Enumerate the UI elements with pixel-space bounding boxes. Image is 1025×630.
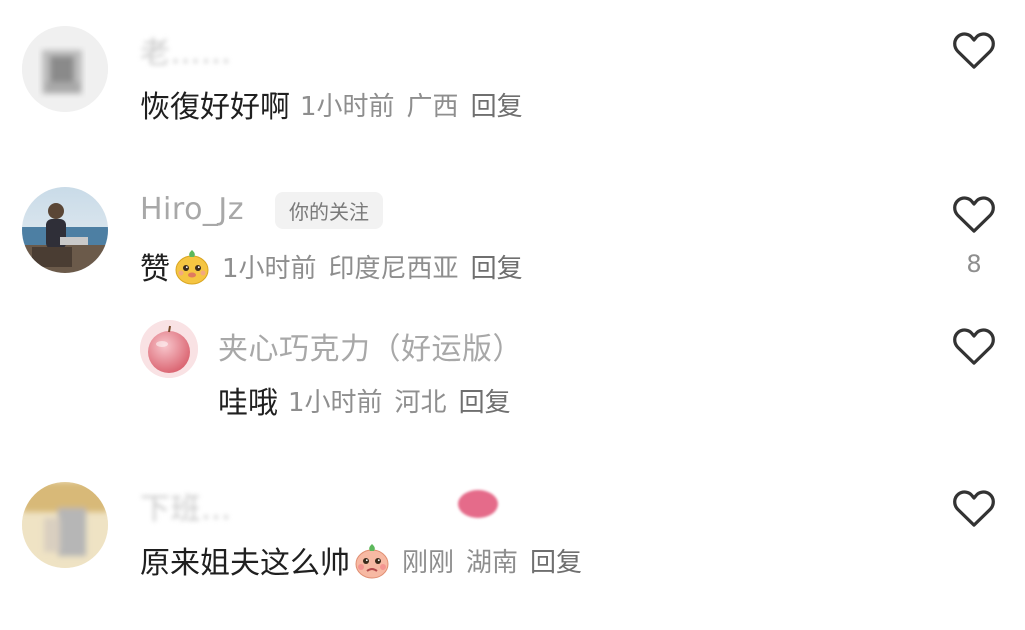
commenter-name[interactable]: Hiro_Jz [140, 192, 244, 227]
heart-outline-icon[interactable] [951, 28, 997, 70]
smiling-face-emoji [175, 250, 209, 285]
avatar[interactable] [22, 482, 108, 568]
reply-button[interactable]: 回复 [530, 548, 582, 578]
fisherman-avatar-image [22, 187, 108, 273]
commenter-name[interactable]: 老…… [140, 28, 232, 72]
comment-meta: 1小时前 印度尼西亚 回复 [222, 248, 523, 285]
comment-meta: 1小时前 河北 回复 [288, 382, 511, 419]
blurred-avatar-image [22, 26, 108, 112]
commenter-name[interactable]: 下班… [140, 484, 232, 528]
heart-outline-icon[interactable] [951, 486, 997, 528]
heart-outline-icon[interactable] [951, 192, 997, 234]
blurred-avatar-image [22, 482, 108, 568]
reply-button[interactable]: 回复 [471, 92, 523, 122]
comment-line: 原来姐夫这么帅 刚刚 湖南 回复 [140, 538, 582, 582]
apple-avatar-image [140, 320, 198, 378]
comment-text: 哇哦 [218, 386, 278, 421]
comment-location: 广西 [406, 91, 459, 122]
comment-time: 1小时前 [222, 253, 317, 284]
comment-text: 赞 [140, 252, 170, 287]
reply-button[interactable]: 回复 [459, 388, 511, 418]
avatar[interactable] [140, 320, 198, 378]
comment-time: 刚刚 [402, 547, 455, 578]
avatar[interactable] [22, 26, 108, 112]
heart-outline-icon[interactable] [951, 324, 997, 366]
comment-location: 河北 [394, 387, 447, 418]
following-badge: 你的关注 [275, 192, 383, 229]
shy-face-emoji [355, 544, 389, 579]
comment-location: 湖南 [466, 547, 519, 578]
comment-meta: 1小时前 广西 回复 [300, 86, 523, 123]
like-count: 8 [966, 250, 982, 278]
comment-text: 原来姐夫这么帅 [140, 546, 350, 581]
comment-line: 哇哦 1小时前 河北 回复 [218, 378, 511, 422]
comment-time: 1小时前 [288, 387, 383, 418]
comment-time: 1小时前 [300, 91, 395, 122]
reply-button[interactable]: 回复 [471, 254, 523, 284]
commenter-name[interactable]: 夹心巧克力（好运版） [218, 324, 523, 368]
comment-text: 恢復好好啊 [140, 90, 290, 125]
comment-line: 赞 1小时前 印度尼西亚 回复 [140, 244, 523, 288]
comment-line: 恢復好好啊 1小时前 广西 回复 [140, 82, 523, 126]
comment-meta: 刚刚 湖南 回复 [402, 542, 582, 579]
blurred-name-emoji [458, 490, 498, 518]
avatar[interactable] [22, 187, 108, 273]
comment-location: 印度尼西亚 [328, 253, 459, 284]
